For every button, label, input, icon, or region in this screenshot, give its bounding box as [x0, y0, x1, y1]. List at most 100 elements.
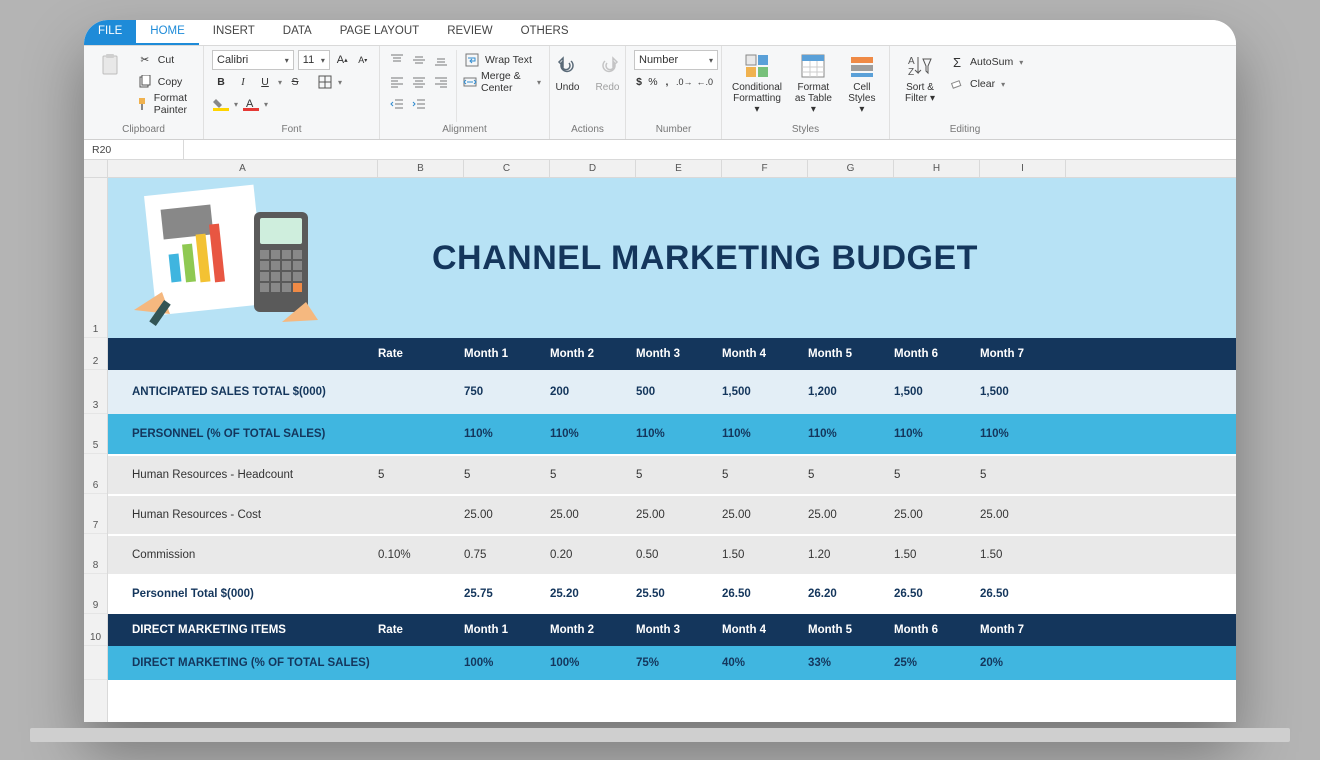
cell[interactable]: 5 — [808, 469, 894, 481]
cell-label[interactable]: Human Resources - Headcount — [108, 469, 378, 481]
row-header-5[interactable]: 5 — [84, 414, 107, 454]
cell[interactable]: 1,500 — [722, 386, 808, 398]
cell[interactable]: 5 — [722, 469, 808, 481]
tab-home[interactable]: HOME — [136, 20, 199, 45]
underline-dropdown-icon[interactable]: ▾ — [278, 78, 282, 87]
autosum-button[interactable]: ΣAutoSum▾ — [948, 52, 1023, 72]
col-header-h[interactable]: H — [894, 160, 980, 177]
cell[interactable]: 0.75 — [464, 549, 550, 561]
cell[interactable]: 26.20 — [808, 588, 894, 600]
align-bottom-icon[interactable] — [432, 51, 450, 69]
tab-review[interactable]: REVIEW — [433, 20, 506, 45]
cell[interactable]: Month 2 — [550, 624, 636, 636]
cells[interactable]: CHANNEL MARKETING BUDGET Rate Month 1 Mo… — [108, 178, 1236, 722]
cell[interactable]: 25.00 — [550, 509, 636, 521]
copy-button[interactable]: Copy — [136, 72, 195, 92]
select-all-corner[interactable] — [84, 160, 108, 177]
strike-button[interactable]: S — [286, 73, 304, 91]
cell[interactable]: 1,500 — [894, 386, 980, 398]
col-header-i[interactable]: I — [980, 160, 1066, 177]
align-right-icon[interactable] — [432, 73, 450, 91]
increase-indent-icon[interactable] — [410, 95, 428, 113]
clear-button[interactable]: Clear▾ — [948, 74, 1023, 94]
number-format-select[interactable]: Number▾ — [634, 50, 718, 70]
cell[interactable]: 25.00 — [980, 509, 1066, 521]
underline-button[interactable]: U — [256, 73, 274, 91]
undo-button[interactable]: Undo — [551, 50, 585, 122]
tab-data[interactable]: DATA — [269, 20, 326, 45]
cell[interactable]: 110% — [808, 428, 894, 440]
cell[interactable]: 1.50 — [722, 549, 808, 561]
italic-button[interactable]: I — [234, 73, 252, 91]
cell[interactable]: 26.50 — [722, 588, 808, 600]
fontcolor-dropdown-icon[interactable]: ▾ — [264, 100, 268, 109]
format-as-table-button[interactable]: Format as Table ▾ — [790, 50, 837, 122]
bold-button[interactable]: B — [212, 73, 230, 91]
cell[interactable]: 100% — [550, 657, 636, 669]
cell[interactable]: 5 — [464, 469, 550, 481]
cell[interactable]: 100% — [464, 657, 550, 669]
cell[interactable]: 5 — [378, 469, 464, 481]
redo-button[interactable]: Redo — [591, 50, 625, 122]
cell[interactable]: 26.50 — [894, 588, 980, 600]
cell[interactable]: 25.00 — [894, 509, 980, 521]
formula-input[interactable] — [184, 140, 1236, 159]
format-painter-button[interactable]: Format Painter — [136, 94, 195, 114]
cell[interactable]: 110% — [894, 428, 980, 440]
align-left-icon[interactable] — [388, 73, 406, 91]
col-header-b[interactable]: B — [378, 160, 464, 177]
percent-icon[interactable]: % — [648, 73, 658, 91]
paste-button[interactable] — [92, 50, 130, 122]
fill-dropdown-icon[interactable]: ▾ — [234, 100, 238, 109]
border-dropdown-icon[interactable]: ▾ — [338, 78, 342, 87]
cell[interactable]: 1.50 — [980, 549, 1066, 561]
row-header-11[interactable] — [84, 646, 107, 680]
cell[interactable]: 1,200 — [808, 386, 894, 398]
cell[interactable]: 0.50 — [636, 549, 722, 561]
cell[interactable]: 110% — [980, 428, 1066, 440]
cell[interactable]: 25% — [894, 657, 980, 669]
cell[interactable]: 75% — [636, 657, 722, 669]
cell[interactable]: 200 — [550, 386, 636, 398]
cell[interactable]: 5 — [894, 469, 980, 481]
border-button[interactable] — [316, 73, 334, 91]
increase-decimal-icon[interactable]: .0→ — [676, 73, 693, 91]
cell[interactable]: Rate — [378, 624, 464, 636]
cell[interactable]: Month 3 — [636, 624, 722, 636]
font-size-select[interactable]: 11▾ — [298, 50, 330, 70]
align-top-icon[interactable] — [388, 51, 406, 69]
font-family-select[interactable]: Calibri▾ — [212, 50, 294, 70]
cell-label[interactable]: ANTICIPATED SALES TOTAL $(000) — [108, 386, 378, 398]
currency-icon[interactable]: $ — [634, 73, 644, 91]
row-header-7[interactable]: 7 — [84, 494, 107, 534]
col-header-a[interactable]: A — [108, 160, 378, 177]
comma-icon[interactable]: , — [662, 73, 672, 91]
cell[interactable]: 25.00 — [722, 509, 808, 521]
cut-button[interactable]: ✂Cut — [136, 50, 195, 70]
row-header-2[interactable]: 2 — [84, 338, 107, 370]
increase-font-icon[interactable]: A▴ — [334, 51, 351, 69]
cell-label[interactable]: Commission — [108, 549, 378, 561]
cell[interactable]: Month 7 — [980, 624, 1066, 636]
cell[interactable]: 1,500 — [980, 386, 1066, 398]
merge-center-button[interactable]: Merge & Center▾ — [463, 72, 541, 92]
cell[interactable]: Month 5 — [808, 624, 894, 636]
cell[interactable]: 110% — [550, 428, 636, 440]
cell[interactable]: 5 — [980, 469, 1066, 481]
decrease-decimal-icon[interactable]: ←.0 — [696, 73, 713, 91]
cell[interactable]: 1.20 — [808, 549, 894, 561]
cell[interactable]: 25.20 — [550, 588, 636, 600]
cell[interactable]: 500 — [636, 386, 722, 398]
tab-pagelayout[interactable]: PAGE LAYOUT — [326, 20, 433, 45]
cell[interactable]: 0.10% — [378, 549, 464, 561]
cell-styles-button[interactable]: Cell Styles ▾ — [843, 50, 881, 122]
wrap-text-button[interactable]: Wrap Text — [463, 50, 541, 70]
cell[interactable]: 5 — [550, 469, 636, 481]
cell[interactable]: 40% — [722, 657, 808, 669]
tab-file[interactable]: FILE — [84, 20, 136, 45]
conditional-formatting-button[interactable]: Conditional Formatting ▾ — [730, 50, 784, 122]
cell-label[interactable]: Personnel Total $(000) — [108, 588, 378, 600]
row-header-1[interactable]: 1 — [84, 178, 107, 338]
row-header-9[interactable]: 9 — [84, 574, 107, 614]
cell[interactable]: 25.00 — [464, 509, 550, 521]
